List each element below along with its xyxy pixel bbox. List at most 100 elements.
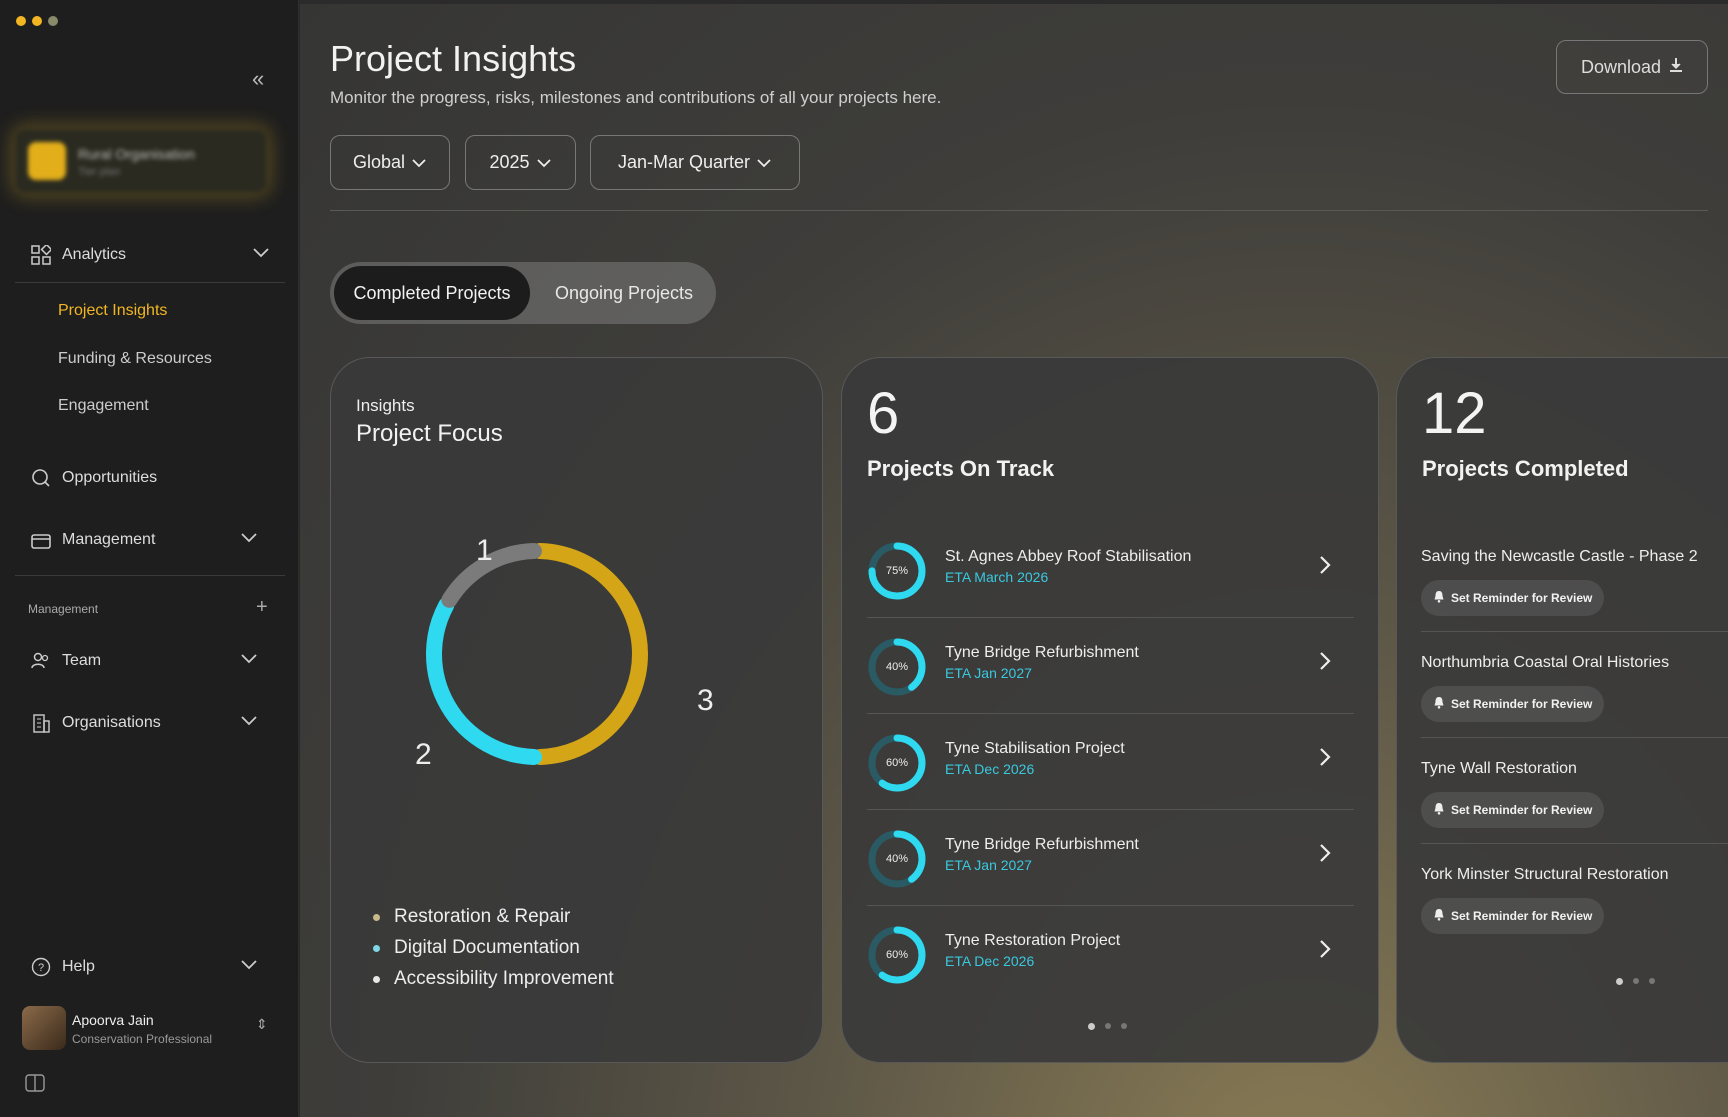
org-switcher[interactable]: Rural Organisation Tier plan [16, 130, 266, 192]
window-controls [16, 16, 58, 26]
chevron-right-icon[interactable] [1318, 840, 1332, 871]
donut-label-1: 1 [476, 534, 493, 567]
pager-dot[interactable] [1649, 978, 1655, 984]
set-reminder-button[interactable]: Set Reminder for Review [1421, 898, 1605, 934]
chevron-down-icon[interactable] [240, 531, 258, 549]
nav-help[interactable]: ? Help [30, 956, 270, 978]
nav-analytics[interactable]: Analytics [30, 244, 270, 266]
avatar[interactable] [22, 1006, 66, 1050]
org-logo [28, 142, 66, 180]
filter-year[interactable]: 2025 [465, 135, 576, 190]
filter-quarter-label: Jan-Mar Quarter [617, 152, 751, 172]
zoom-dot[interactable] [48, 16, 58, 26]
pager-dot[interactable] [1105, 1023, 1111, 1029]
download-button[interactable]: Download [1556, 40, 1708, 94]
filter-quarter[interactable]: Jan-Mar Quarter [590, 135, 800, 190]
legend-item: Digital Documentation [373, 937, 614, 959]
minimize-dot[interactable] [32, 16, 42, 26]
completed-count: 12 [1422, 381, 1487, 446]
project-name: Tyne Bridge Refurbishment [945, 644, 1139, 661]
bell-icon [1433, 590, 1445, 606]
donut-segment-2[interactable] [426, 597, 542, 765]
chevron-down-icon[interactable] [240, 714, 258, 732]
download-icon [1669, 57, 1683, 78]
nav-analytics-label: Analytics [62, 246, 127, 263]
completed-project-name: Saving the Newcastle Castle - Phase 2 [1421, 548, 1698, 565]
nav-team[interactable]: Team [30, 650, 270, 672]
on-track-count: 6 [867, 381, 900, 446]
bell-icon [1433, 908, 1445, 924]
sidebar-item-funding[interactable]: Funding & Resources [58, 350, 212, 368]
project-eta: ETA Jan 2027 [945, 857, 1032, 873]
completed-project-name: York Minster Structural Restoration [1421, 866, 1669, 883]
page-title: Project Insights [330, 38, 577, 79]
filter-region[interactable]: Global [330, 135, 450, 190]
project-name: Tyne Stabilisation Project [945, 740, 1125, 757]
table-row[interactable]: 75% St. Agnes Abbey Roof Stabilisation ETA… [867, 522, 1354, 618]
svg-text:?: ? [38, 962, 44, 974]
sidebar-item-engagement[interactable]: Engagement [58, 397, 149, 415]
project-eta: ETA Dec 2026 [945, 761, 1035, 777]
carousel-pager[interactable] [1616, 978, 1655, 985]
table-row[interactable]: 60% Tyne Stabilisation Project ETA Dec 202… [867, 714, 1354, 810]
project-focus-card: Insights Project Focus 1 2 3 Restoration… [330, 357, 823, 1063]
chevron-right-icon[interactable] [1318, 744, 1332, 775]
project-eta: ETA March 2026 [945, 569, 1049, 585]
chevrons-left-icon[interactable]: « [252, 66, 264, 92]
table-row[interactable]: 40% Tyne Bridge Refurbishment ETA Jan 2027 [867, 810, 1354, 906]
add-icon[interactable]: + [256, 596, 268, 619]
close-dot[interactable] [16, 16, 26, 26]
projects-completed-card: 12 Projects Completed Saving the Newcast… [1396, 357, 1728, 1063]
reminder-label: Set Reminder for Review [1451, 697, 1593, 711]
chevron-down-icon [536, 152, 552, 173]
nav-management[interactable]: Management [30, 529, 270, 551]
legend-label: Accessibility Improvement [394, 968, 614, 989]
section-label: Management [28, 602, 99, 616]
sidebar-toggle-icon[interactable] [24, 1072, 46, 1099]
progress-label: 60% [885, 949, 909, 961]
chevron-right-icon[interactable] [1318, 552, 1332, 583]
set-reminder-button[interactable]: Set Reminder for Review [1421, 580, 1605, 616]
chevron-down-icon[interactable] [240, 652, 258, 670]
user-role: Conservation Professional [72, 1032, 213, 1046]
nav-opportunities[interactable]: Opportunities [30, 467, 270, 489]
completed-project-name: Northumbria Coastal Oral Histories [1421, 654, 1670, 671]
carousel-pager[interactable] [1088, 1023, 1127, 1030]
pager-dot[interactable] [1088, 1023, 1095, 1030]
briefcase-icon [30, 529, 52, 551]
grid-icon [30, 244, 52, 266]
set-reminder-button[interactable]: Set Reminder for Review [1421, 792, 1605, 828]
legend-item: Restoration & Repair [373, 906, 614, 928]
chevron-right-icon[interactable] [1318, 648, 1332, 679]
pager-dot[interactable] [1633, 978, 1639, 984]
divider [15, 575, 285, 576]
help-icon: ? [30, 956, 52, 978]
set-reminder-button[interactable]: Set Reminder for Review [1421, 686, 1605, 722]
tab-ongoing-projects[interactable]: Ongoing Projects [536, 266, 712, 320]
pager-dot[interactable] [1121, 1023, 1127, 1029]
donut-segment-1[interactable] [532, 543, 649, 765]
chevron-updown-icon[interactable]: ⇕ [256, 1016, 268, 1033]
tab-completed-projects[interactable]: Completed Projects [334, 266, 530, 320]
chevron-right-icon[interactable] [1318, 936, 1332, 967]
building-icon [30, 712, 52, 734]
chevron-down-icon[interactable] [252, 246, 270, 264]
reminder-label: Set Reminder for Review [1451, 803, 1593, 817]
donut-legend: Restoration & Repair Digital Documentati… [373, 906, 614, 999]
table-row[interactable]: 40% Tyne Bridge Refurbishment ETA Jan 2027 [867, 618, 1354, 714]
chevron-down-icon[interactable] [240, 958, 258, 976]
legend-label: Digital Documentation [394, 937, 580, 958]
progress-label: 75% [885, 565, 909, 577]
project-name: St. Agnes Abbey Roof Stabilisation [945, 548, 1192, 565]
table-row[interactable]: 60% Tyne Restoration Project ETA Dec 2026 [867, 906, 1354, 1002]
sidebar-item-project-insights[interactable]: Project Insights [58, 302, 167, 320]
pager-dot[interactable] [1616, 978, 1623, 985]
legend-item: Accessibility Improvement [373, 968, 614, 990]
user-name: Apoorva Jain [72, 1012, 154, 1028]
progress-label: 40% [885, 853, 909, 865]
nav-organisations[interactable]: Organisations [30, 712, 270, 734]
list-item: Northumbria Coastal Oral Histories Set Re… [1421, 632, 1728, 738]
page-subtitle: Monitor the progress, risks, milestones … [330, 88, 942, 107]
divider [15, 282, 285, 283]
list-item: Saving the Newcastle Castle - Phase 2 Set… [1421, 526, 1728, 632]
